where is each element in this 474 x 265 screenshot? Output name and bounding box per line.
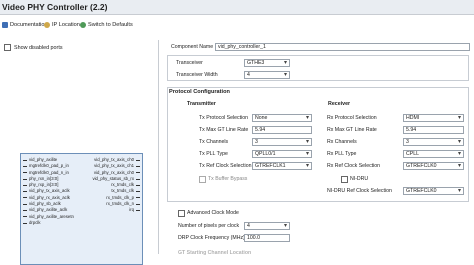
advanced-clock-mode-checkbox[interactable] — [178, 209, 185, 217]
tx-pll-type-label: Tx PLL Type — [199, 151, 228, 157]
switch-to-defaults-button[interactable]: Switch to Defaults — [80, 18, 133, 32]
pixels-per-clock-label: Number of pixels per clock — [178, 223, 240, 229]
transceiver-select[interactable]: GTHE3 — [244, 59, 290, 67]
show-disabled-ports-option[interactable]: Show disabled ports — [4, 44, 63, 51]
documentation-label: Documentation — [10, 22, 48, 28]
tx-buffer-bypass-checkbox[interactable] — [199, 175, 206, 183]
gt-starting-channel-heading: GT Starting Channel Location — [178, 250, 252, 256]
receiver-title: Receiver — [328, 101, 351, 107]
ip-symbol-block: vid_phy_axilite mgtrefclk0_pad_p_in mgtr… — [20, 153, 143, 265]
component-name-label: Component Name — [171, 44, 214, 50]
book-icon — [2, 22, 8, 28]
tx-channels-label: Tx Channels — [199, 139, 229, 145]
rx-ref-clock-label: Rx Ref Clock Selection — [327, 163, 381, 169]
rx-protocol-select[interactable]: HDMI — [403, 114, 464, 122]
tx-ref-clock-label: Tx Ref Clock Selection — [199, 163, 252, 169]
rx-channels-label: Rx Channels — [327, 139, 357, 145]
tx-max-line-rate-input[interactable]: 5.94 — [252, 126, 312, 134]
transceiver-width-select[interactable]: 4 — [244, 71, 290, 79]
nidru-label: NI-DRU — [350, 176, 369, 182]
documentation-button[interactable]: Documentation — [2, 18, 48, 32]
tx-protocol-label: Tx Protocol Selection — [199, 115, 249, 121]
toolbar: Documentation IP Location Switch to Defa… — [0, 18, 474, 32]
configuration-panel: Component Name vid_phy_controller_1 Tran… — [162, 40, 474, 256]
rx-pll-type-select[interactable]: CPLL — [403, 150, 464, 158]
component-name-input[interactable]: vid_phy_controller_1 — [215, 43, 470, 51]
transceiver-width-label: Transceiver Width — [176, 72, 218, 78]
window-title: Video PHY Controller (2.2) — [0, 0, 474, 15]
tx-pll-type-select[interactable]: QPLL0/1 — [252, 150, 312, 158]
protocol-configuration-title: Protocol Configuration — [169, 89, 230, 95]
switch-defaults-label: Switch to Defaults — [88, 22, 133, 28]
tx-protocol-select[interactable]: None — [252, 114, 312, 122]
transmitter-title: Transmitter — [187, 101, 216, 107]
advanced-clock-mode-option[interactable]: Advanced Clock Mode — [178, 209, 239, 217]
rx-ref-clock-select[interactable]: GTREFCLK0 — [403, 162, 464, 170]
rx-pll-type-label: Rx PLL Type — [327, 151, 357, 157]
port-item[interactable]: irq — [92, 207, 140, 213]
ip-location-button[interactable]: IP Location — [44, 18, 80, 32]
tx-max-line-rate-label: Tx Max GT Line Rate — [199, 127, 249, 133]
rx-max-line-rate-label: Rx Max GT Line Rate — [327, 127, 377, 133]
ip-location-label: IP Location — [52, 22, 80, 28]
tx-ref-clock-select[interactable]: GTREFCLK1 — [252, 162, 312, 170]
transceiver-label: Transceiver — [176, 60, 203, 66]
right-ports: vid_phy_tx_axis_ch0 vid_phy_tx_axis_ch1 … — [92, 157, 140, 214]
symbol-panel: Show disabled ports vid_phy_axilite mgtr… — [0, 40, 159, 265]
nidru-ref-clock-label: NI-DRU Ref Clock Selection — [327, 188, 392, 194]
show-disabled-ports-label: Show disabled ports — [14, 44, 63, 51]
port-item[interactable]: drpclk — [23, 220, 74, 226]
drp-clock-frequency-label: DRP Clock Frequency (MHz) — [178, 235, 245, 241]
tx-buffer-bypass-label: Tx Buffer Bypass — [208, 176, 248, 182]
tx-buffer-bypass-option[interactable]: Tx Buffer Bypass — [199, 175, 247, 183]
nidru-checkbox[interactable] — [341, 175, 348, 183]
tx-channels-select[interactable]: 3 — [252, 138, 312, 146]
advanced-clock-mode-label: Advanced Clock Mode — [187, 210, 239, 216]
location-icon — [44, 22, 50, 28]
nidru-ref-clock-select[interactable]: GTREFCLK0 — [403, 187, 464, 195]
rx-protocol-label: Rx Protocol Selection — [327, 115, 377, 121]
rx-max-line-rate-input[interactable]: 5.94 — [403, 126, 464, 134]
refresh-icon — [80, 22, 86, 28]
drp-clock-frequency-input[interactable]: 100.0 — [244, 234, 290, 242]
rx-channels-select[interactable]: 3 — [403, 138, 464, 146]
left-ports: vid_phy_axilite mgtrefclk0_pad_p_in mgtr… — [23, 157, 74, 226]
show-disabled-ports-checkbox[interactable] — [4, 44, 11, 51]
nidru-option[interactable]: NI-DRU — [341, 175, 368, 183]
pixels-per-clock-select[interactable]: 4 — [244, 222, 290, 230]
